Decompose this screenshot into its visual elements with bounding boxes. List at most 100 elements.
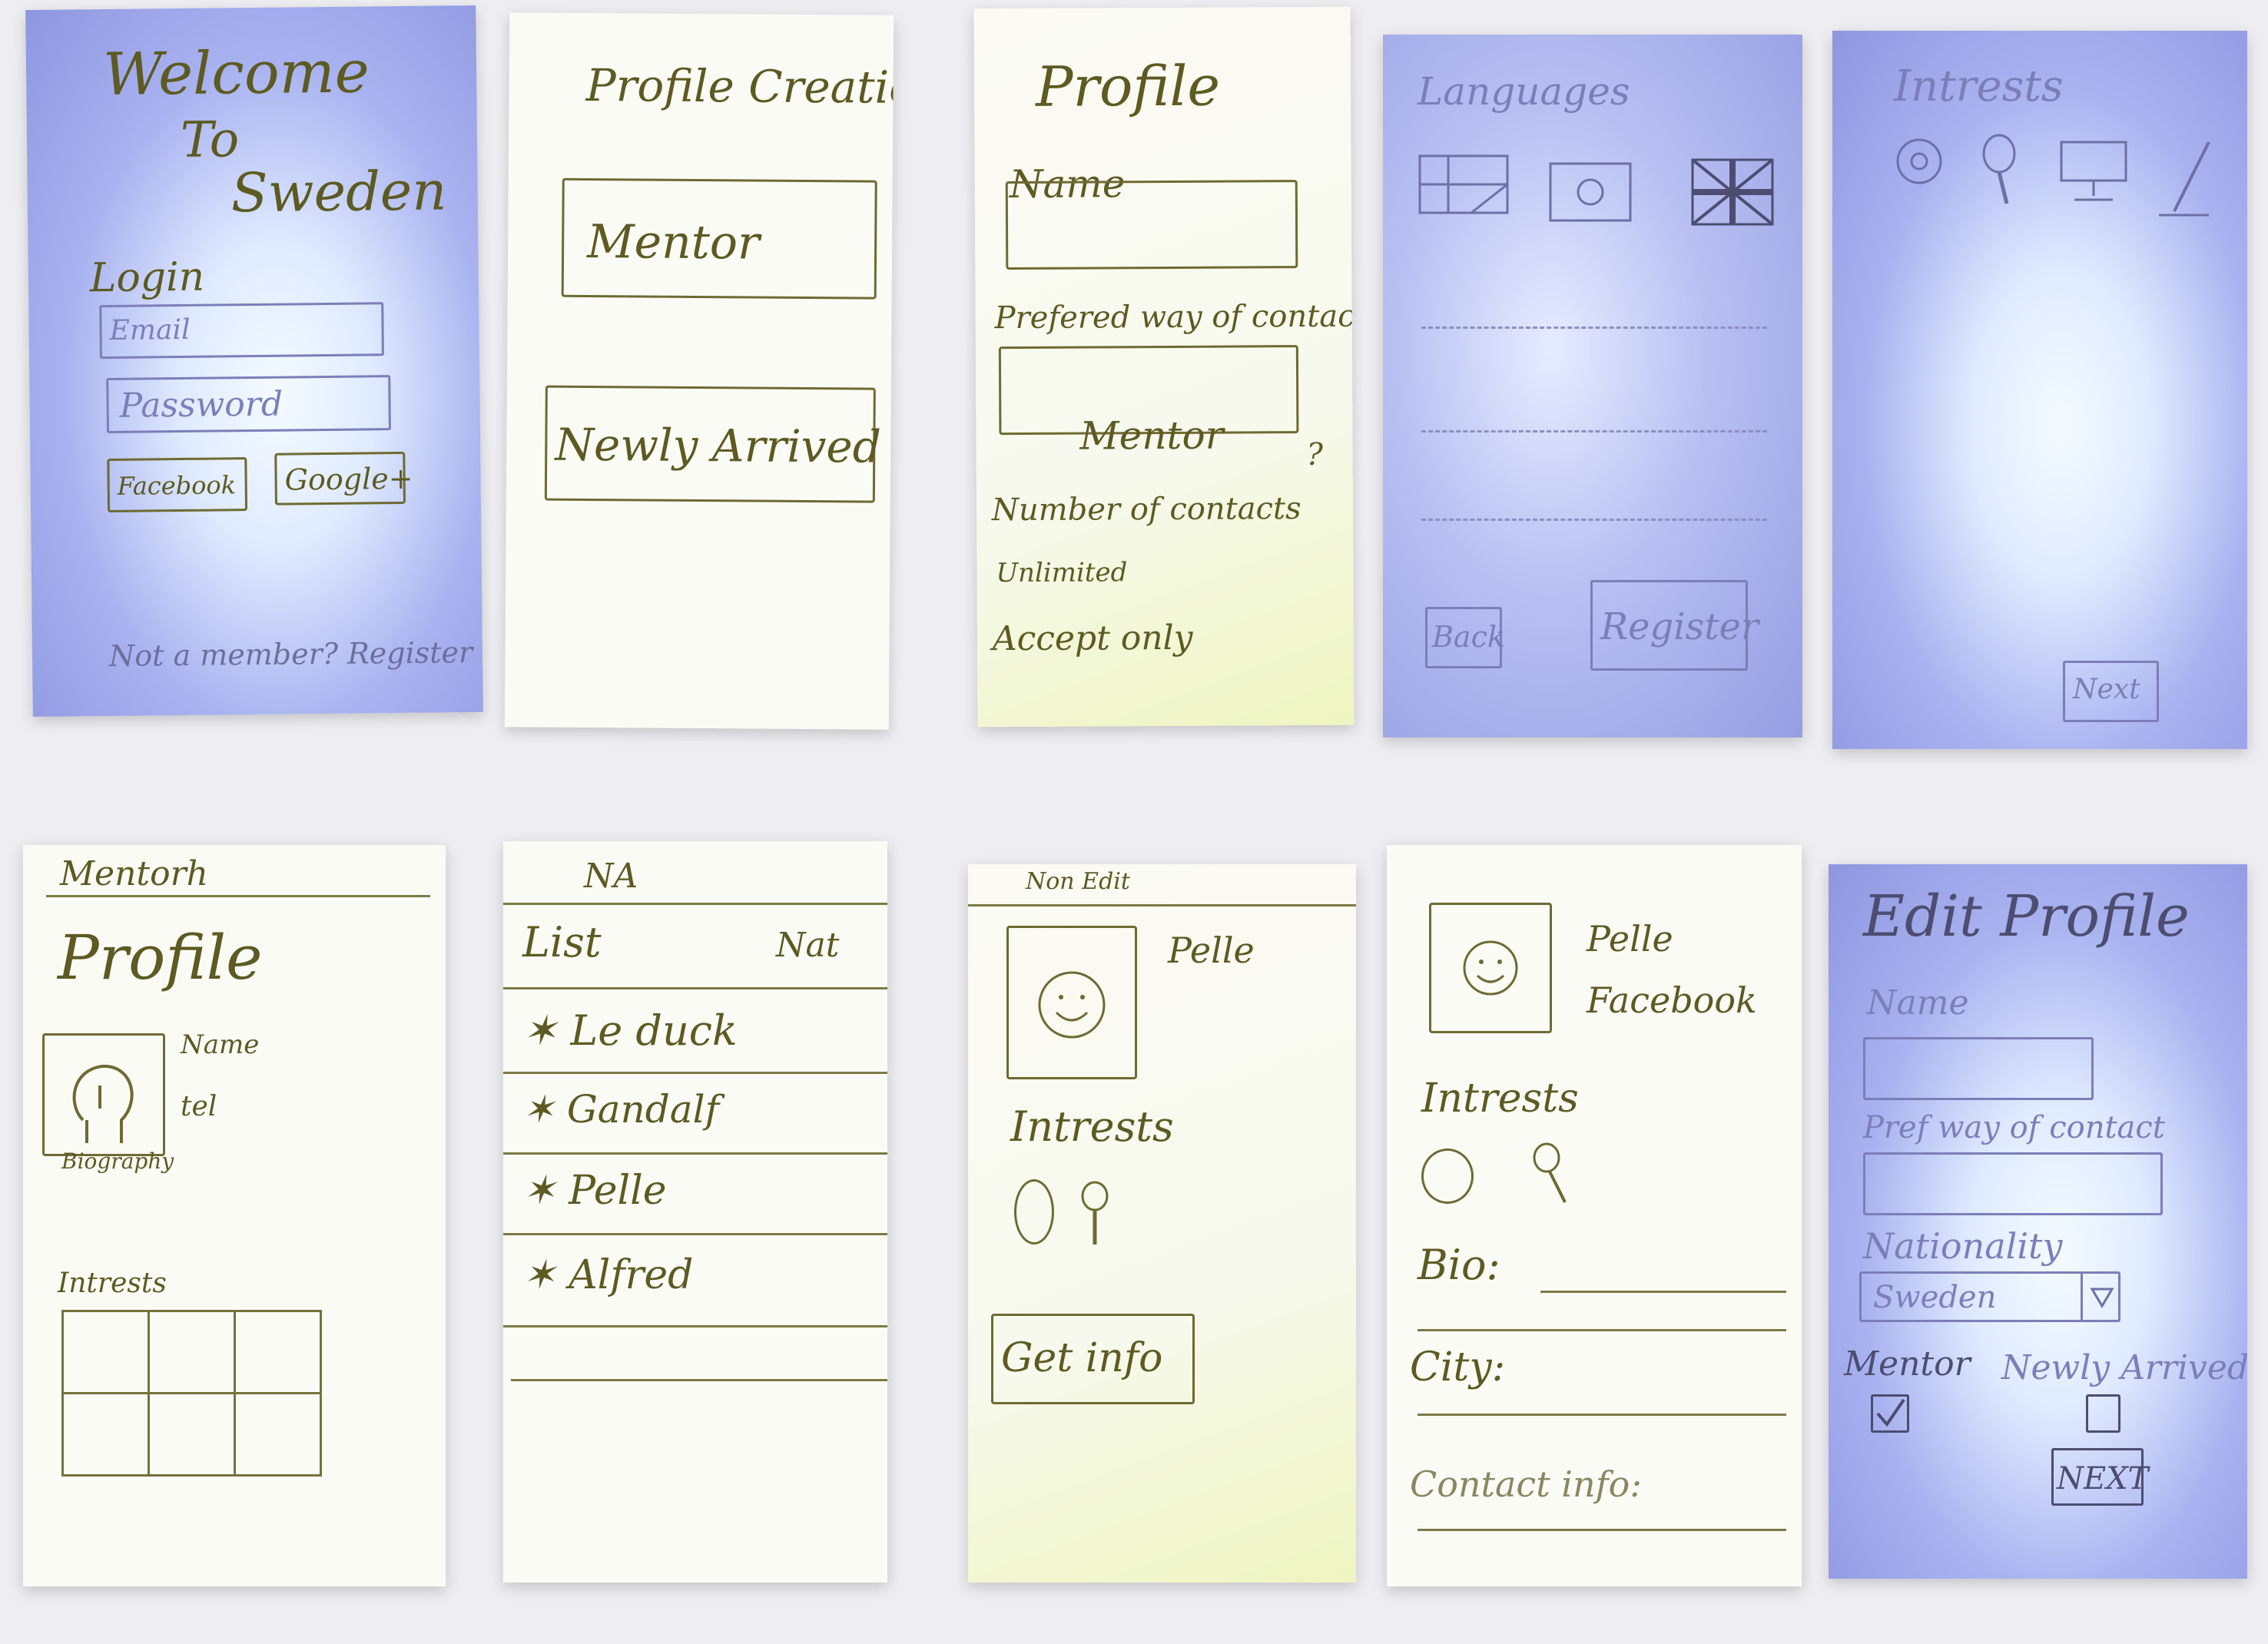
star-icon: ✶	[522, 1252, 556, 1298]
person-head-icon	[72, 1064, 134, 1143]
non-edit-interests-label: Intrests	[1010, 1102, 1174, 1151]
interests-title: Intrests	[1894, 61, 2064, 111]
mentor-role-label: Mentor	[586, 214, 760, 270]
flag-icon-arabic[interactable]	[1418, 154, 1510, 215]
mentor-header-divider	[46, 895, 430, 897]
number-of-contacts-label: Number of contacts	[991, 491, 1301, 529]
list-divider	[503, 987, 887, 989]
profile-question-mark: ?	[1306, 436, 1324, 473]
non-edit-profile-screen: Non Edit Pelle Intrests Get info	[968, 864, 1356, 1583]
register-link[interactable]: Not a member? Register	[109, 635, 473, 673]
edit-next-label: NEXT	[2057, 1461, 2149, 1497]
detail-contact-label: Contact info:	[1410, 1463, 1642, 1505]
welcome-screen: Welcome To Sweden Login Email Password F…	[25, 5, 483, 718]
profile-screen: Profile Name Prefered way of contact Men…	[973, 6, 1354, 728]
star-icon: ✶	[522, 1006, 558, 1055]
accept-only-option[interactable]: Accept only	[993, 618, 1193, 658]
language-slot-row-2	[1421, 430, 1767, 433]
register-label: Register	[1600, 605, 1759, 648]
profile-name-input[interactable]	[1005, 180, 1298, 270]
non-edit-header: Non Edit	[1026, 868, 1130, 895]
email-placeholder: Email	[109, 313, 191, 346]
detail-name: Pelle	[1587, 918, 1673, 960]
unlimited-option[interactable]: Unlimited	[996, 557, 1127, 588]
newly-arrived-checkbox[interactable]	[2086, 1394, 2120, 1433]
interest-grid-cell[interactable]	[234, 1310, 322, 1394]
interest-grid-cell[interactable]	[61, 1310, 150, 1394]
edit-name-input[interactable]	[1863, 1037, 2094, 1100]
edit-newly-arrived-label: Newly Arrived	[2001, 1348, 2247, 1387]
list-item[interactable]: ✶ Pelle	[522, 1168, 667, 1214]
welcome-title-line2: To	[180, 111, 240, 169]
profile-title: Profile	[1035, 53, 1221, 119]
racket-icon	[1076, 1179, 1114, 1248]
language-slot-row-1	[1421, 326, 1767, 329]
mentor-profile-screen: Mentorh Profile Name tel Biography Intre…	[23, 845, 446, 1586]
interests-screen: Intrests Next	[1832, 31, 2247, 749]
newly-arrived-role-button[interactable]: Newly Arrived	[544, 385, 881, 503]
profile-detail-screen: Pelle Facebook Intrests Bio: City: Conta…	[1387, 845, 1802, 1586]
football-icon[interactable]	[1892, 134, 1946, 188]
mentor-role-button[interactable]: Mentor	[561, 177, 877, 300]
profile-creation-title: Profile Creation	[585, 58, 894, 114]
interest-grid-cell[interactable]	[148, 1310, 236, 1394]
detail-bio-label: Bio:	[1418, 1241, 1500, 1289]
back-label: Back	[1432, 620, 1505, 654]
nationality-select[interactable]: Sweden	[1859, 1271, 2120, 1322]
password-input[interactable]: Password	[106, 375, 391, 434]
list-divider	[503, 1325, 887, 1327]
detail-profile-picture	[1429, 903, 1552, 1033]
nationality-value: Sweden	[1873, 1280, 1997, 1315]
bio-line	[1540, 1291, 1786, 1293]
password-placeholder: Password	[119, 384, 284, 426]
edit-mentor-label: Mentor	[1844, 1344, 1971, 1384]
checkmark-icon	[1876, 1398, 1905, 1427]
get-info-label: Get info	[1001, 1335, 1163, 1381]
next-button[interactable]: Next	[2063, 661, 2159, 722]
login-label: Login	[89, 254, 205, 302]
profile-picture	[1006, 926, 1137, 1079]
star-icon: ✶	[522, 1168, 556, 1214]
mentor-interests-label: Intrests	[58, 1268, 167, 1299]
list-item-label: Le duck	[570, 1006, 738, 1055]
list-item[interactable]: ✶ Alfred	[522, 1252, 693, 1298]
email-input[interactable]: Email	[99, 302, 384, 360]
get-info-button[interactable]: Get info	[991, 1314, 1195, 1404]
avatar	[42, 1033, 165, 1156]
list-tab[interactable]: List	[522, 918, 602, 966]
google-login-button[interactable]: Google+	[274, 451, 413, 505]
google-login-label: Google+	[284, 461, 413, 497]
back-button[interactable]: Back	[1425, 607, 1505, 668]
edit-next-button[interactable]: NEXT	[2051, 1448, 2148, 1506]
pencil-icon[interactable]	[2155, 138, 2217, 223]
facebook-login-button[interactable]: Facebook	[107, 457, 248, 513]
mentor-checkbox[interactable]	[1871, 1394, 1909, 1433]
interest-grid-cell[interactable]	[234, 1392, 322, 1477]
dropdown-arrow-icon[interactable]	[2081, 1274, 2121, 1320]
register-button[interactable]: Register	[1590, 580, 1759, 671]
mentor-tel-label: tel	[181, 1091, 217, 1122]
list-item[interactable]: ✶ Le duck	[522, 1006, 738, 1055]
non-edit-name: Pelle	[1168, 930, 1255, 971]
na-header-label: NA	[584, 857, 638, 896]
profile-creation-screen: Profile Creation Mentor Newly Arrived	[504, 12, 894, 730]
facebook-login-label: Facebook	[117, 470, 237, 501]
tennis-racket-icon[interactable]	[1972, 131, 2026, 207]
flag-icon-japan[interactable]	[1548, 161, 1633, 223]
interest-grid-cell[interactable]	[61, 1392, 150, 1477]
contact-line	[1418, 1529, 1786, 1531]
interest-grid-cell[interactable]	[148, 1392, 236, 1477]
flag-icon-uk[interactable]	[1690, 157, 1775, 227]
nat-tab[interactable]: Nat	[776, 926, 839, 965]
computer-icon[interactable]	[2055, 138, 2132, 207]
city-line	[1418, 1414, 1786, 1416]
list-item[interactable]: ✶ Gandalf	[522, 1087, 719, 1132]
edit-name-label: Name	[1867, 983, 1969, 1023]
star-icon: ✶	[522, 1087, 555, 1132]
list-divider	[503, 1233, 887, 1235]
non-edit-header-divider	[968, 904, 1356, 907]
edit-contact-input[interactable]	[1863, 1152, 2163, 1215]
list-divider	[511, 1379, 887, 1381]
detail-facebook-link[interactable]: Facebook	[1587, 979, 1757, 1021]
ball-icon	[1421, 1148, 1474, 1204]
